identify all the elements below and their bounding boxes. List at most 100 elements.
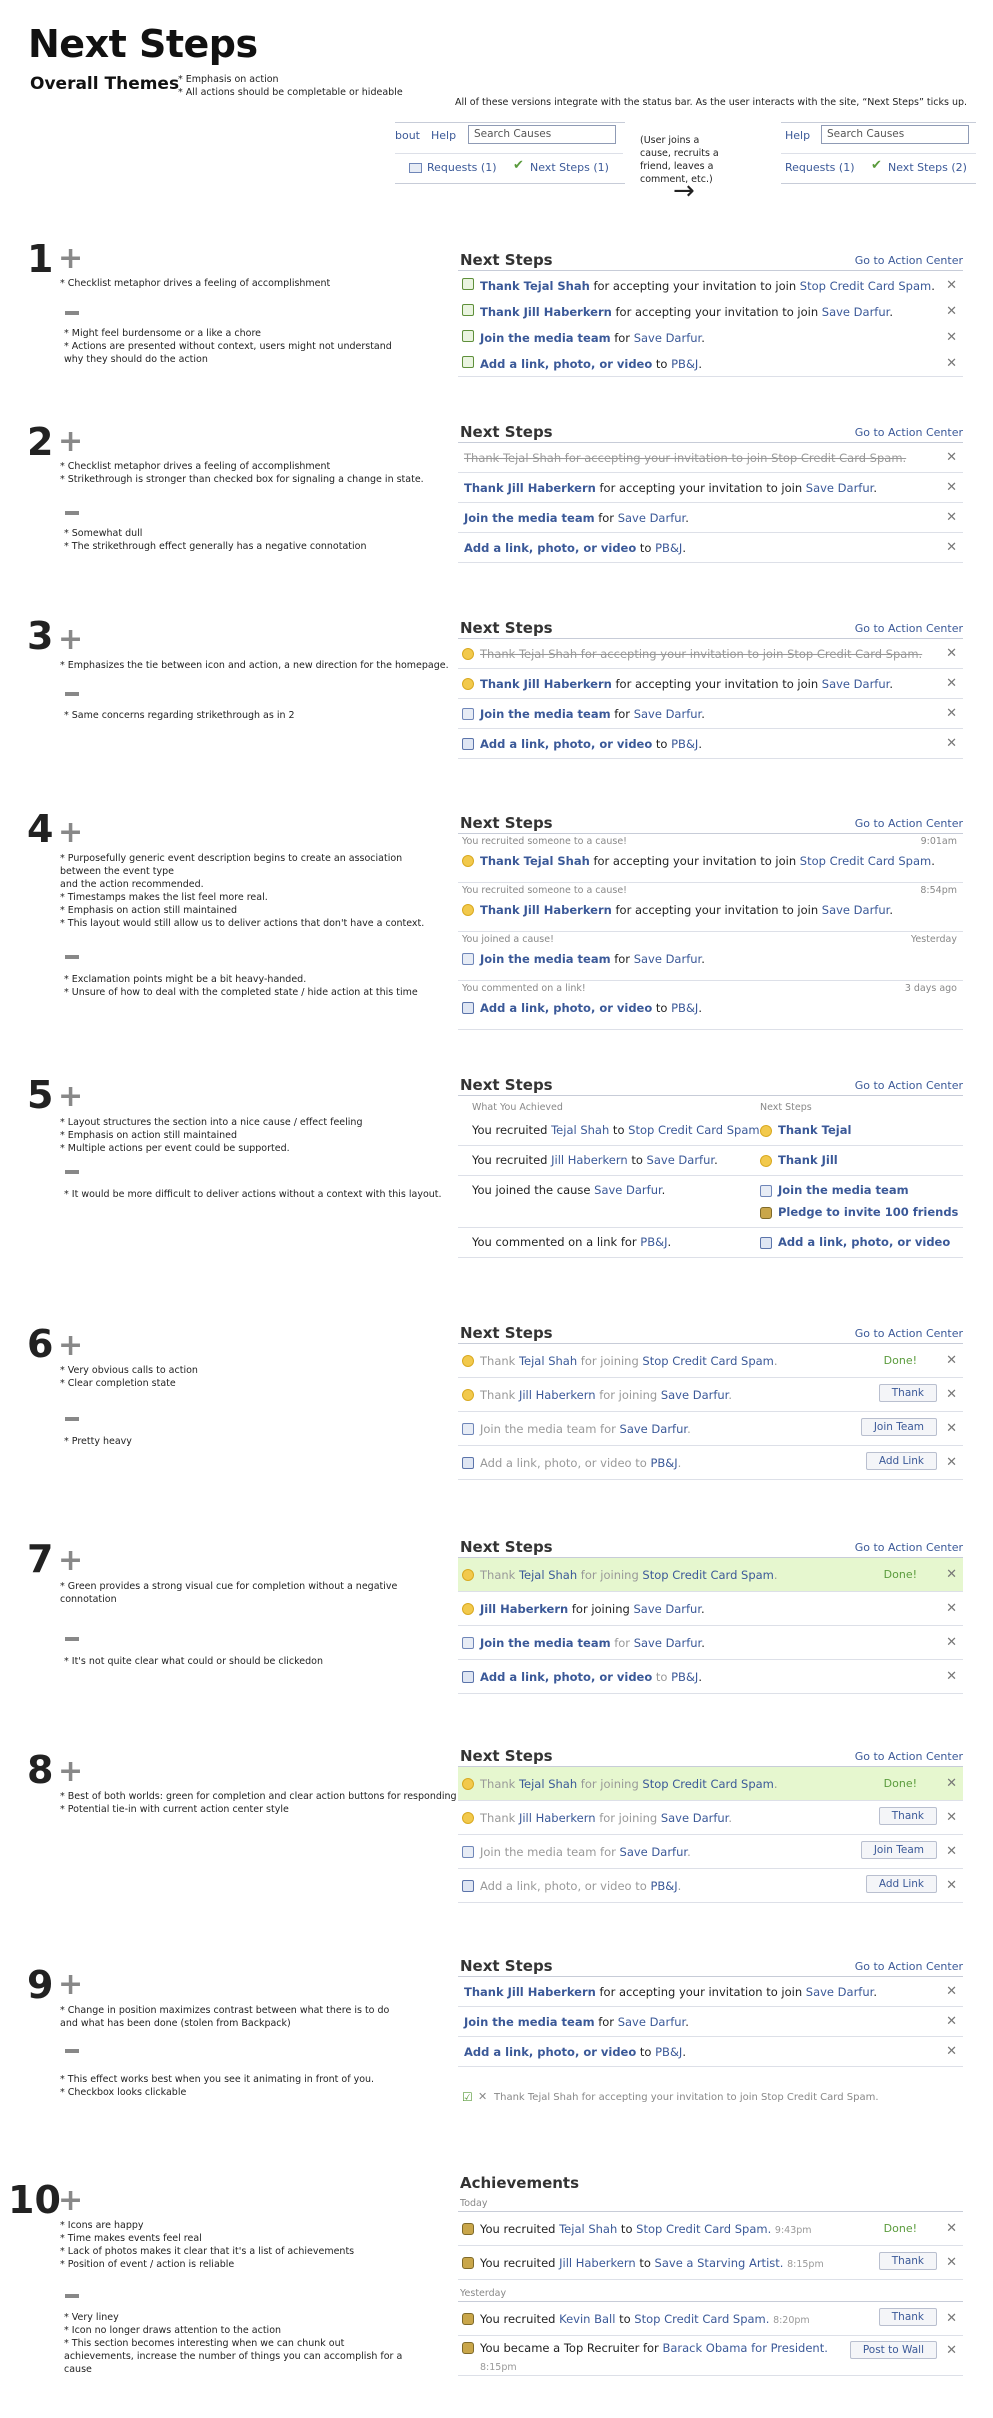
close-icon[interactable]: ✕ xyxy=(946,1869,957,1903)
list-item: Join the media team for Save Darfur. ✕ xyxy=(458,699,963,729)
pros: * Checklist metaphor drives a feeling of… xyxy=(60,461,424,485)
join-link[interactable]: Join the media team xyxy=(778,1183,909,1197)
close-icon[interactable]: ✕ xyxy=(478,2090,487,2103)
close-icon[interactable]: ✕ xyxy=(946,443,957,473)
thank-link[interactable]: Thank Tejal xyxy=(778,1123,851,1137)
close-icon[interactable]: ✕ xyxy=(946,349,957,379)
checked-checkbox-icon[interactable] xyxy=(462,278,474,290)
close-icon[interactable]: ✕ xyxy=(946,1660,957,1694)
minus-icon xyxy=(65,311,79,315)
version-number: 3 xyxy=(27,614,54,658)
search-input[interactable]: Search Causes xyxy=(468,125,616,144)
close-icon[interactable]: ✕ xyxy=(946,699,957,729)
action-center-link[interactable]: Go to Action Center xyxy=(855,1079,963,1092)
minus-icon xyxy=(65,2294,79,2298)
requests-link[interactable]: Requests (1) xyxy=(785,161,855,174)
action-center-link[interactable]: Go to Action Center xyxy=(855,622,963,635)
minus-icon xyxy=(65,692,79,696)
add-link-button[interactable]: Add Link xyxy=(865,1452,937,1470)
thank-button[interactable]: Thank xyxy=(878,2308,937,2326)
thank-link[interactable]: Thank Jill xyxy=(778,1153,838,1167)
next-steps-v9: Next Steps Go to Action Center Thank Jill… xyxy=(458,1955,963,2111)
join-team-button[interactable]: Join Team xyxy=(860,1418,937,1436)
add-link[interactable]: Add a link, photo, or video xyxy=(778,1235,950,1249)
help-link[interactable]: Help xyxy=(785,129,810,142)
checkbox-icon[interactable] xyxy=(462,330,474,342)
close-icon[interactable]: ✕ xyxy=(946,2212,957,2246)
envelope-icon xyxy=(462,1637,474,1649)
close-icon[interactable]: ✕ xyxy=(946,1977,957,2007)
list-item: Join the media team for Save Darfur. ✕ xyxy=(458,323,963,349)
close-icon[interactable]: ✕ xyxy=(946,1344,957,1378)
help-link[interactable]: Help xyxy=(431,129,456,142)
close-icon[interactable]: ✕ xyxy=(946,1378,957,1412)
close-icon[interactable]: ✕ xyxy=(946,1767,957,1801)
envelope-icon xyxy=(462,1846,474,1858)
checkbox-icon[interactable] xyxy=(462,356,474,368)
cons: * Very liney * Icon no longer draws atten… xyxy=(64,2312,403,2375)
check-icon: ✔ xyxy=(871,158,882,173)
close-icon[interactable]: ✕ xyxy=(946,639,957,669)
close-icon[interactable]: ✕ xyxy=(946,2037,957,2067)
pledge-link[interactable]: Pledge to invite 100 friends xyxy=(778,1205,958,1219)
envelope-icon xyxy=(409,163,422,173)
checkbox-icon[interactable] xyxy=(462,304,474,316)
next-steps-v3: Next Steps Go to Action Center Thank Teja… xyxy=(458,617,963,759)
thank-button[interactable]: Thank xyxy=(878,1807,937,1825)
action-center-link[interactable]: Go to Action Center xyxy=(855,1750,963,1763)
close-icon[interactable]: ✕ xyxy=(946,2246,957,2280)
plus-icon: + xyxy=(58,815,84,850)
close-icon[interactable]: ✕ xyxy=(946,669,957,699)
next-steps-v8: Next Steps Go to Action Center Thank Teja… xyxy=(458,1745,963,1903)
next-steps-link[interactable]: Next Steps (1) xyxy=(530,161,609,174)
close-icon[interactable]: ✕ xyxy=(946,1592,957,1626)
close-icon[interactable]: ✕ xyxy=(946,1835,957,1869)
list-item: Join the media team for Save Darfur. ✕ xyxy=(458,1626,963,1660)
pros: * Emphasizes the tie between icon and ac… xyxy=(60,660,449,671)
version-number: 9 xyxy=(27,1963,54,2007)
requests-link[interactable]: Requests (1) xyxy=(427,161,497,174)
list-item: Thank Jill Haberkern for joining Save Da… xyxy=(458,1801,963,1835)
next-steps-link[interactable]: Next Steps (2) xyxy=(888,161,967,174)
action-center-link[interactable]: Go to Action Center xyxy=(855,817,963,830)
close-icon[interactable]: ✕ xyxy=(946,1801,957,1835)
add-link-button[interactable]: Add Link xyxy=(865,1875,937,1893)
close-icon[interactable]: ✕ xyxy=(946,1626,957,1660)
version-number: 6 xyxy=(27,1322,54,1366)
thank-button[interactable]: Thank xyxy=(878,2252,937,2270)
page-title: Next Steps xyxy=(28,22,258,66)
thank-button[interactable]: Thank xyxy=(878,1384,937,1402)
close-icon[interactable]: ✕ xyxy=(946,1558,957,1592)
plus-icon: + xyxy=(58,1543,84,1578)
status-bar-after: Help Search Causes Requests (1) ✔ Next S… xyxy=(781,122,976,184)
list-item: Jill Haberkern for joining Save Darfur. ✕ xyxy=(458,1592,963,1626)
action-center-link[interactable]: Go to Action Center xyxy=(855,1541,963,1554)
close-icon[interactable]: ✕ xyxy=(946,2336,957,2366)
about-link[interactable]: bout xyxy=(395,129,420,142)
section-title: Next Steps xyxy=(460,1076,553,1094)
search-input[interactable]: Search Causes xyxy=(821,125,969,144)
close-icon[interactable]: ✕ xyxy=(946,1446,957,1480)
close-icon[interactable]: ✕ xyxy=(946,729,957,759)
pros: * Checklist metaphor drives a feeling of… xyxy=(60,278,331,289)
checked-checkbox-icon[interactable]: ☑ xyxy=(462,2090,473,2104)
close-icon[interactable]: ✕ xyxy=(946,2007,957,2037)
close-icon[interactable]: ✕ xyxy=(946,473,957,503)
page-subtitle: Overall Themes xyxy=(30,74,180,94)
close-icon[interactable]: ✕ xyxy=(946,533,957,563)
action-center-link[interactable]: Go to Action Center xyxy=(855,1327,963,1340)
cons: * Somewhat dull * The strikethrough effec… xyxy=(64,528,367,552)
achievement-item: You recruited Jill Haberkern to Save a S… xyxy=(458,2246,963,2280)
action-center-link[interactable]: Go to Action Center xyxy=(855,1960,963,1973)
list-item: Thank Jill Haberkern for accepting your … xyxy=(458,473,963,503)
close-icon[interactable]: ✕ xyxy=(946,503,957,533)
join-team-button[interactable]: Join Team xyxy=(860,1841,937,1859)
action-center-link[interactable]: Go to Action Center xyxy=(855,426,963,439)
close-icon[interactable]: ✕ xyxy=(946,2302,957,2336)
list-item: Add a link, photo, or video to PB&J. ✕ xyxy=(458,1660,963,1694)
minus-icon xyxy=(65,1637,79,1641)
post-to-wall-button[interactable]: Post to Wall xyxy=(849,2341,937,2359)
close-icon[interactable]: ✕ xyxy=(946,1412,957,1446)
pros: * Layout structures the section into a n… xyxy=(60,1117,363,1154)
action-center-link[interactable]: Go to Action Center xyxy=(855,254,963,267)
